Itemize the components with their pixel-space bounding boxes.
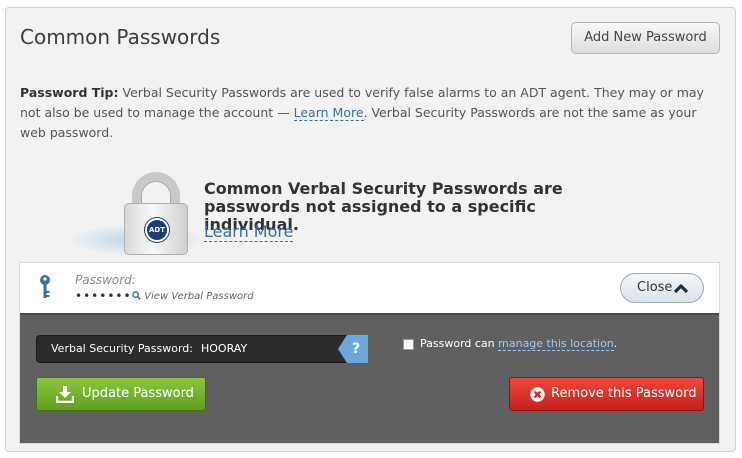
manage-location-link[interactable]: manage this location [498,337,614,351]
key-icon [40,275,50,298]
search-icon [132,291,141,300]
password-label: Password: [75,273,136,287]
view-verbal-password-label: View Verbal Password [144,291,254,302]
promo-learn-more-link[interactable]: Learn More [204,222,294,242]
verbal-password-value: HOORAY [201,342,248,355]
manage-location-checkbox[interactable] [403,339,414,350]
edit-password-panel: Verbal Security Password: HOORAY ? Passw… [20,313,719,443]
remove-password-button[interactable]: Remove this Password [509,377,704,411]
adt-logo: ADT [145,218,169,242]
update-password-label: Update Password [82,386,194,401]
update-password-button[interactable]: Update Password [36,377,206,411]
manage-location-label: Password can manage this location. [420,337,618,351]
remove-password-label: Remove this Password [551,386,697,401]
view-verbal-password-link[interactable]: View Verbal Password [132,291,254,302]
lock-body: ADT [124,203,188,255]
download-icon [56,386,74,403]
add-new-password-button[interactable]: Add New Password [571,22,720,54]
password-card: Password: ••••••• View Verbal Password C… [19,262,720,444]
tip-label: Password Tip: [20,85,119,100]
password-masked-value: ••••••• [75,289,132,303]
lock-icon: ADT [66,166,206,258]
checkbox-label-suffix: . [613,337,618,350]
page-title: Common Passwords [20,25,221,49]
password-tip: Password Tip: Verbal Security Passwords … [20,83,720,143]
tip-learn-more-link[interactable]: Learn More [293,105,364,121]
chevron-up-icon [673,284,689,294]
verbal-password-field[interactable]: Verbal Security Password: HOORAY [36,335,356,363]
checkbox-label-text: Password can [420,337,499,350]
verbal-password-label: Verbal Security Password: [51,342,193,355]
common-passwords-panel: Common Passwords Add New Password Passwo… [5,7,736,452]
x-circle-icon [530,387,545,402]
close-button[interactable]: Close [620,273,704,303]
close-label: Close [637,280,673,295]
